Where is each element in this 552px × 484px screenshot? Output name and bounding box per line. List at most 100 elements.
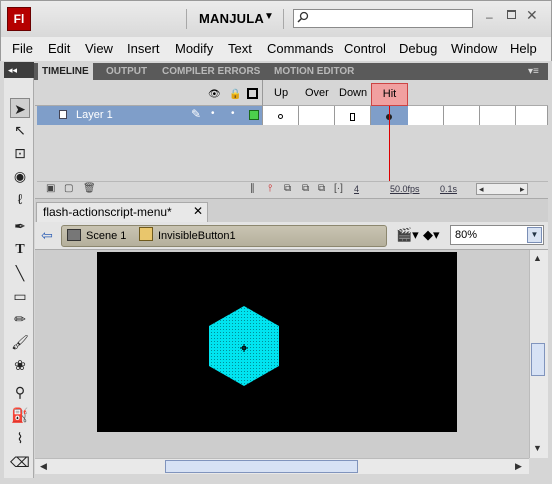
frame-label-up: Up <box>274 87 289 99</box>
horizontal-scroll-thumb[interactable] <box>165 460 358 473</box>
scroll-right-icon[interactable]: ▶ <box>515 461 522 472</box>
tab-motion-editor[interactable]: MOTION EDITOR <box>270 63 358 80</box>
playhead[interactable] <box>389 106 390 184</box>
scroll-right-icon[interactable]: ▸ <box>520 184 525 195</box>
menu-view[interactable]: View <box>85 41 113 56</box>
center-frame-icon[interactable]: ⫯ <box>268 183 272 194</box>
menu-insert[interactable]: Insert <box>127 41 160 56</box>
layer-row[interactable] <box>37 106 262 125</box>
close-button[interactable]: ✕ <box>526 7 538 24</box>
rectangle-tool-icon[interactable]: ▭ <box>10 286 30 306</box>
frame-rate[interactable]: 50.0fps <box>390 184 420 194</box>
frame-over[interactable] <box>299 106 335 125</box>
scroll-up-icon[interactable]: ▲ <box>533 253 542 263</box>
toolbox-collapse-icon[interactable]: ◂◂ <box>4 62 34 78</box>
scroll-down-icon[interactable]: ▼ <box>533 443 542 453</box>
onion-skin-outlines-icon[interactable]: ⧉ <box>302 183 309 194</box>
deco-tool-icon[interactable]: ❀ <box>10 355 30 375</box>
menu-control[interactable]: Control <box>344 41 386 56</box>
tab-timeline[interactable]: TIMELINE <box>38 63 93 80</box>
timeline-empty-area <box>37 125 548 181</box>
menu-edit[interactable]: Edit <box>48 41 70 56</box>
panel-menu-icon[interactable]: ▾≡ <box>528 66 539 77</box>
menu-file[interactable]: File <box>12 41 33 56</box>
3d-rotation-tool-icon[interactable]: ◉ <box>10 166 30 186</box>
title-separator <box>186 9 187 29</box>
title-separator <box>283 9 284 29</box>
line-tool-icon[interactable]: ╲ <box>10 263 30 283</box>
maximize-button[interactable] <box>507 10 516 19</box>
empty-keyframe-icon <box>278 114 283 119</box>
trash-icon[interactable]: 🗑 <box>83 183 96 194</box>
layer-outline-color[interactable] <box>249 110 259 120</box>
scrub-bar-icon: ∥ <box>250 183 255 194</box>
frame-cell[interactable] <box>408 106 444 125</box>
menu-text[interactable]: Text <box>228 41 252 56</box>
document-tab-title[interactable]: flash-actionscript-menu* <box>43 205 172 219</box>
menu-window[interactable]: Window <box>451 41 497 56</box>
pencil-tool-icon[interactable]: ✏ <box>10 309 30 329</box>
chevron-down-icon[interactable]: ▼ <box>527 227 542 243</box>
subselection-tool-icon[interactable]: ↖ <box>10 120 30 140</box>
menu-help[interactable]: Help <box>510 41 537 56</box>
menu-commands[interactable]: Commands <box>267 41 333 56</box>
timeline-header <box>35 80 548 106</box>
edit-scene-button[interactable]: 🎬▾ <box>396 227 419 243</box>
elapsed-time[interactable]: 0.1s <box>440 184 457 194</box>
free-transform-tool-icon[interactable]: ⊡ <box>10 143 30 163</box>
frame-label-hit: Hit <box>371 83 408 106</box>
outline-icon[interactable] <box>247 88 258 99</box>
menu-modify[interactable]: Modify <box>175 41 213 56</box>
lock-dot-icon[interactable]: • <box>231 108 235 119</box>
edit-symbols-button[interactable]: ◆▾ <box>423 227 440 243</box>
scroll-left-icon[interactable]: ◂ <box>479 184 484 195</box>
minimize-button[interactable]: – <box>486 10 493 24</box>
tab-output[interactable]: OUTPUT <box>102 63 151 80</box>
zoom-value[interactable]: 80% <box>455 229 477 241</box>
back-arrow-icon[interactable]: ⇦ <box>41 227 53 244</box>
timeline-footer <box>37 181 548 197</box>
close-tab-icon[interactable]: ✕ <box>193 204 203 218</box>
new-layer-icon[interactable]: ▣ <box>46 183 55 194</box>
scene-clapper-icon <box>67 229 81 241</box>
workspace-switcher-label[interactable]: MANJULA <box>199 11 264 26</box>
lasso-tool-icon[interactable]: ℓ <box>10 189 30 209</box>
scroll-left-icon[interactable]: ◀ <box>40 461 47 472</box>
eyedropper-tool-icon[interactable]: ⌇ <box>10 428 30 448</box>
pen-tool-icon[interactable]: ✒ <box>10 216 30 236</box>
chevron-down-icon[interactable]: ▼ <box>264 11 274 22</box>
brush-tool-icon[interactable]: 🖌 <box>10 332 30 352</box>
selection-tool-icon[interactable]: ➤ <box>10 98 30 118</box>
eraser-tool-icon[interactable]: ⌫ <box>10 452 30 472</box>
new-folder-icon[interactable]: ▢ <box>64 183 73 194</box>
lock-icon[interactable]: 🔒 <box>229 89 241 100</box>
flash-logo: Fl <box>7 7 31 31</box>
breadcrumb-scene[interactable]: Scene 1 <box>86 230 126 242</box>
frame-label-over: Over <box>305 87 329 99</box>
visibility-dot-icon[interactable]: • <box>211 108 215 119</box>
eye-icon[interactable]: 👁 <box>208 89 221 100</box>
frame-cell[interactable] <box>516 106 548 125</box>
onion-skin-icon[interactable]: ⧉ <box>284 183 291 194</box>
search-icon <box>297 11 309 23</box>
bone-tool-icon[interactable]: ⚲ <box>10 382 30 402</box>
layer-name[interactable]: Layer 1 <box>76 109 113 121</box>
edit-multiple-frames-icon[interactable]: ⧉ <box>318 183 325 194</box>
help-search-input[interactable] <box>293 9 473 28</box>
menu-debug[interactable]: Debug <box>399 41 437 56</box>
current-frame[interactable]: 4 <box>354 184 359 194</box>
frame-cell[interactable] <box>480 106 516 125</box>
layer-icon <box>59 110 67 119</box>
button-symbol-icon <box>139 227 153 241</box>
frame-end-icon <box>350 113 355 121</box>
text-tool-icon[interactable]: T <box>10 240 30 260</box>
pencil-icon: ✎ <box>191 107 202 121</box>
breadcrumb-symbol[interactable]: InvisibleButton1 <box>158 230 236 242</box>
paint-bucket-tool-icon[interactable]: ⛽ <box>10 405 30 425</box>
hit-area-hexagon[interactable] <box>208 305 280 387</box>
tab-compiler-errors[interactable]: COMPILER ERRORS <box>158 63 264 80</box>
frame-cell[interactable] <box>444 106 480 125</box>
vertical-scroll-thumb[interactable] <box>531 343 545 376</box>
scrollbar-corner <box>529 458 548 474</box>
modify-markers-icon[interactable]: [·] <box>334 183 343 194</box>
